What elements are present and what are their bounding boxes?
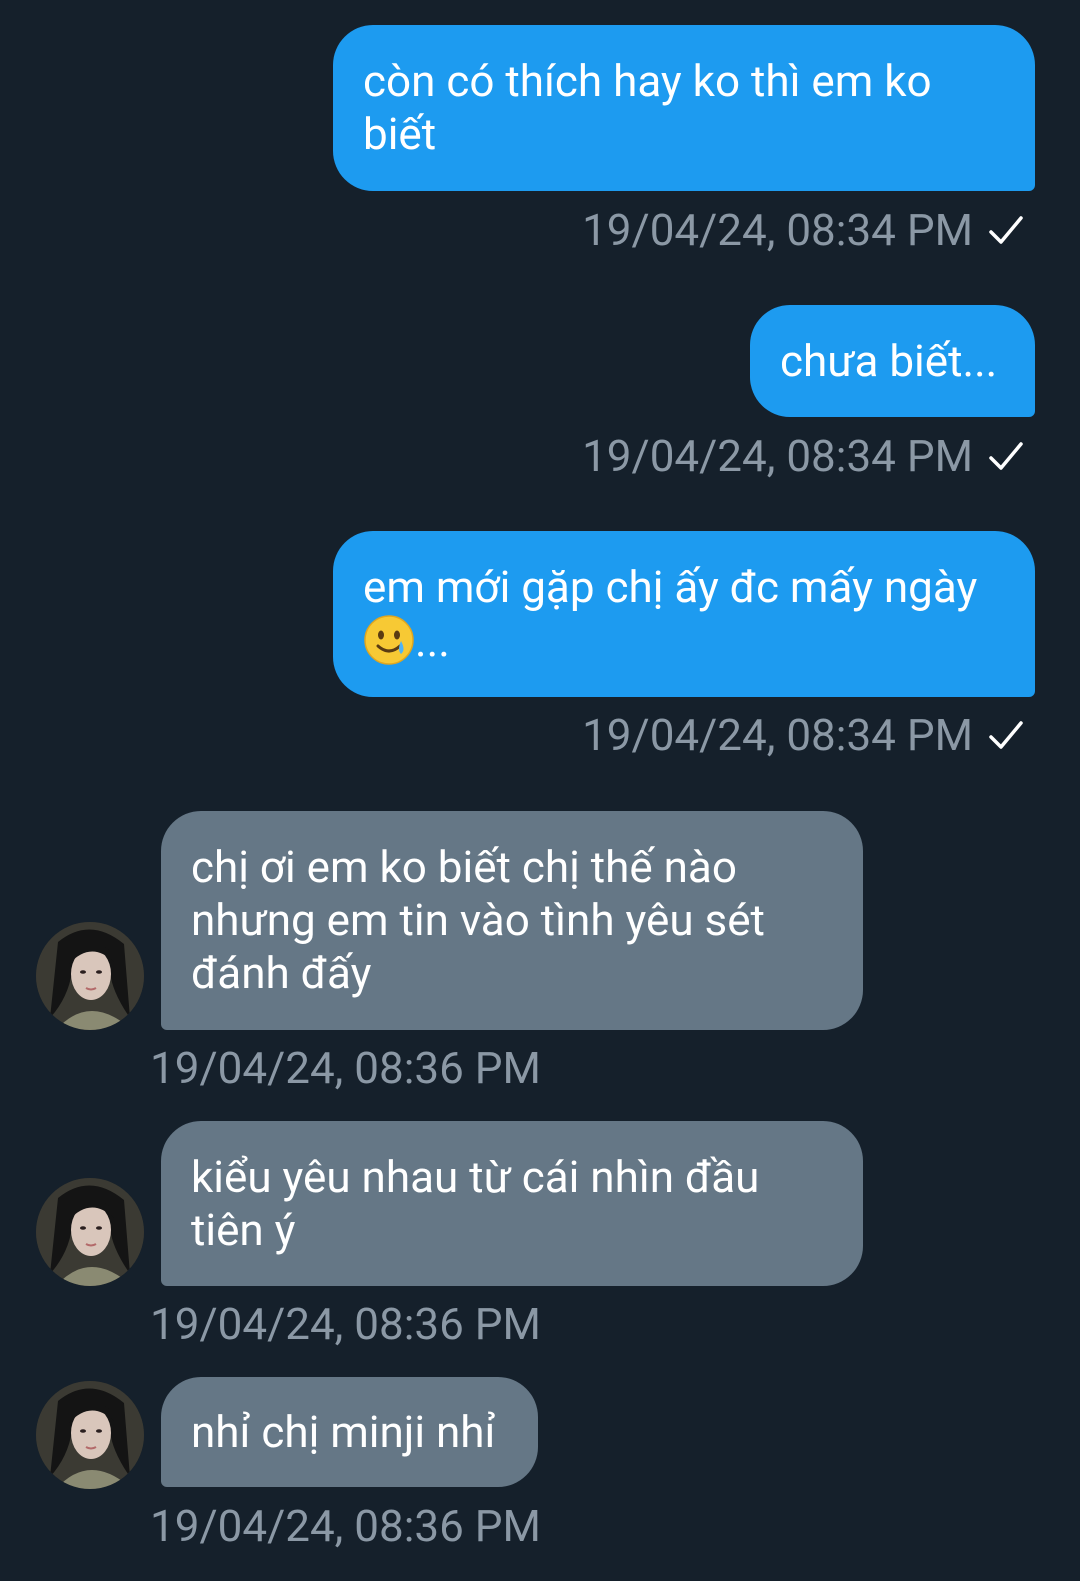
check-icon bbox=[989, 442, 1023, 470]
message-text: nhỉ chị minji nhỉ bbox=[191, 1405, 496, 1458]
message-timestamp: 19/04/24, 08:36 PM bbox=[150, 1042, 541, 1094]
sent-message-bubble[interactable]: em mới gặp chị ấy đc mấy ngày ... bbox=[333, 531, 1035, 697]
message-text: chị ơi em ko biết chị thế nào nhưng em t… bbox=[191, 841, 765, 999]
sent-message-bubble[interactable]: chưa biết... bbox=[750, 305, 1035, 417]
avatar[interactable] bbox=[36, 1381, 144, 1489]
check-icon bbox=[989, 721, 1023, 749]
message-text: kiểu yêu nhau từ cái nhìn đầu tiên ý bbox=[191, 1150, 760, 1256]
message-timestamp: 19/04/24, 08:36 PM bbox=[150, 1298, 541, 1350]
avatar[interactable] bbox=[36, 1178, 144, 1286]
avatar-photo-icon bbox=[36, 1178, 144, 1286]
check-icon bbox=[989, 216, 1023, 244]
message-timestamp: 19/04/24, 08:36 PM bbox=[150, 1500, 541, 1552]
avatar[interactable] bbox=[36, 922, 144, 1030]
avatar-photo-icon bbox=[36, 922, 144, 1030]
message-meta: 19/04/24, 08:34 PM bbox=[582, 710, 1025, 760]
received-message-bubble[interactable]: chị ơi em ko biết chị thế nào nhưng em t… bbox=[161, 811, 863, 1030]
message-text: em mới gặp chị ấy đc mấy ngày ... bbox=[363, 560, 978, 667]
avatar-photo-icon bbox=[36, 1381, 144, 1489]
message-timestamp: 19/04/24, 08:34 PM bbox=[582, 204, 973, 256]
message-timestamp: 19/04/24, 08:34 PM bbox=[582, 430, 973, 482]
message-meta: 19/04/24, 08:34 PM bbox=[582, 205, 1025, 255]
message-meta: 19/04/24, 08:34 PM bbox=[582, 431, 1025, 481]
received-message-bubble[interactable]: nhỉ chị minji nhỉ bbox=[161, 1377, 538, 1487]
message-timestamp: 19/04/24, 08:34 PM bbox=[582, 709, 973, 761]
message-text: còn có thích hay ko thì em ko biết bbox=[363, 55, 932, 160]
sent-message-bubble[interactable]: còn có thích hay ko thì em ko biết bbox=[333, 25, 1035, 191]
received-message-bubble[interactable]: kiểu yêu nhau từ cái nhìn đầu tiên ý bbox=[161, 1121, 863, 1286]
message-text: chưa biết... bbox=[780, 334, 998, 387]
smiling-face-with-tear-emoji bbox=[364, 614, 414, 665]
chat-thread: còn có thích hay ko thì em ko biết 19/04… bbox=[0, 0, 1080, 1581]
